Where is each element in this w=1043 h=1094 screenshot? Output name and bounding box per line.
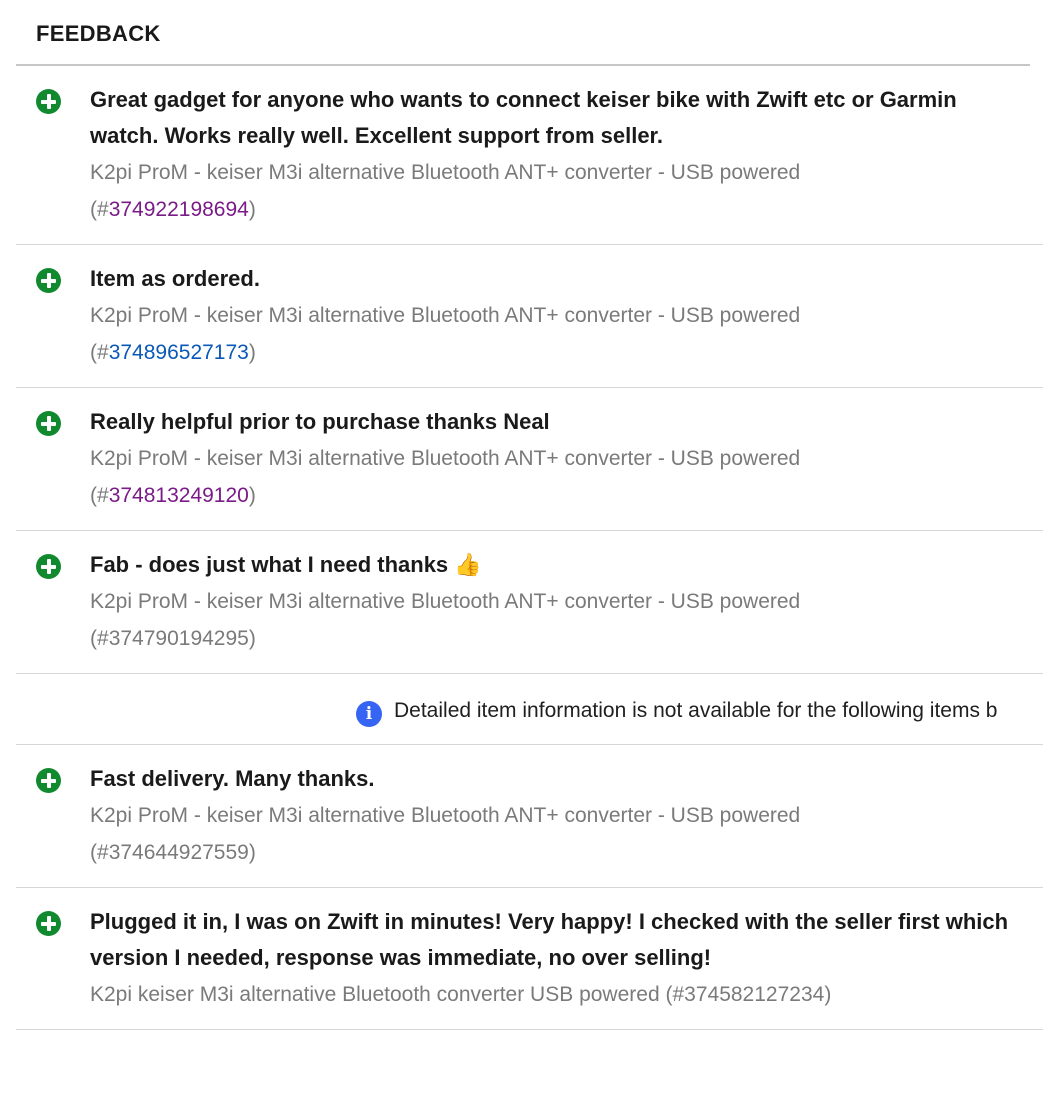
item-id-close: ) — [824, 983, 832, 1006]
page-title: FEEDBACK — [36, 21, 161, 46]
item-title: K2pi ProM - keiser M3i alternative Bluet… — [90, 304, 801, 327]
positive-feedback-icon — [36, 411, 61, 436]
item-id-close: ) — [248, 341, 256, 364]
item-id-close: ) — [248, 484, 256, 507]
feedback-item-info: K2pi ProM - keiser M3i alternative Bluet… — [90, 297, 1043, 371]
thumbs-up-icon: 👍 — [454, 552, 482, 577]
item-id: 374644927559 — [108, 841, 249, 864]
feedback-entry: Plugged it in, I was on Zwift in minutes… — [16, 888, 1043, 1030]
item-id-open: (# — [90, 627, 109, 650]
feedback-comment: Fab - does just what I need thanks 👍 — [90, 547, 1043, 583]
item-title: K2pi ProM - keiser M3i alternative Bluet… — [90, 161, 801, 184]
feedback-entry: Really helpful prior to purchase thanks … — [16, 388, 1043, 531]
feedback-header: FEEDBACK — [16, 0, 1030, 66]
feedback-entry: Great gadget for anyone who wants to con… — [16, 66, 1043, 245]
feedback-item-info: K2pi ProM - keiser M3i alternative Bluet… — [90, 583, 1043, 657]
item-link[interactable]: 374813249120 — [109, 484, 249, 507]
feedback-item-info: K2pi ProM - keiser M3i alternative Bluet… — [90, 440, 1043, 514]
feedback-entry: Fast delivery. Many thanks. K2pi ProM - … — [16, 745, 1043, 888]
item-id-open: (# — [90, 841, 109, 864]
item-title: K2pi keiser M3i alternative Bluetooth co… — [90, 983, 660, 1006]
item-id-open: (# — [90, 341, 109, 364]
item-id-open: (# — [90, 198, 109, 221]
item-id-open: (# — [90, 484, 109, 507]
feedback-comment-text: Fab - does just what I need thanks — [90, 552, 449, 577]
info-icon: i — [356, 701, 382, 727]
feedback-comment: Plugged it in, I was on Zwift in minutes… — [90, 909, 1009, 970]
positive-feedback-icon — [36, 268, 61, 293]
feedback-item-info: K2pi ProM - keiser M3i alternative Bluet… — [90, 154, 1043, 228]
feedback-page: FEEDBACK Great gadget for anyone who wan… — [0, 0, 1043, 1094]
feedback-comment: Item as ordered. — [90, 266, 260, 291]
item-title: K2pi ProM - keiser M3i alternative Bluet… — [90, 447, 801, 470]
item-link[interactable]: 374896527173 — [109, 341, 249, 364]
item-id-close: ) — [248, 841, 256, 864]
item-id-open: (# — [665, 983, 685, 1006]
positive-feedback-icon — [36, 768, 61, 793]
item-link[interactable]: 374922198694 — [109, 198, 249, 221]
positive-feedback-icon — [36, 89, 61, 114]
item-title: K2pi ProM - keiser M3i alternative Bluet… — [90, 804, 801, 827]
feedback-entry: Item as ordered. K2pi ProM - keiser M3i … — [16, 245, 1043, 388]
item-id: 374790194295 — [108, 627, 249, 650]
positive-feedback-icon — [36, 554, 61, 579]
feedback-list: Great gadget for anyone who wants to con… — [16, 66, 1043, 1030]
feedback-comment: Fast delivery. Many thanks. — [90, 766, 375, 791]
item-info-unavailable-notice: i Detailed item information is not avail… — [16, 674, 1043, 745]
feedback-comment: Great gadget for anyone who wants to con… — [90, 87, 957, 148]
feedback-item-info: K2pi ProM - keiser M3i alternative Bluet… — [90, 797, 1043, 871]
positive-feedback-icon — [36, 911, 61, 936]
item-id-close: ) — [248, 627, 256, 650]
item-id: 374582127234 — [684, 983, 825, 1006]
item-id-close: ) — [248, 198, 256, 221]
feedback-entry: Fab - does just what I need thanks 👍 K2pi… — [16, 531, 1043, 674]
feedback-item-info: K2pi keiser M3i alternative Bluetooth co… — [90, 976, 1043, 1013]
item-title: K2pi ProM - keiser M3i alternative Bluet… — [90, 590, 801, 613]
notice-text: Detailed item information is not availab… — [394, 699, 998, 722]
feedback-comment: Really helpful prior to purchase thanks … — [90, 409, 550, 434]
